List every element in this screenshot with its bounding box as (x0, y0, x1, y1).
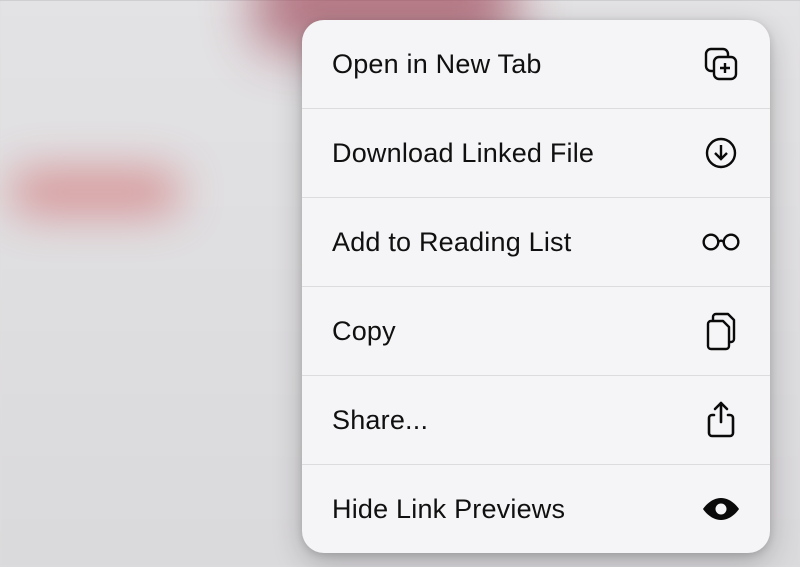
share-icon (700, 399, 742, 441)
download-icon (700, 132, 742, 174)
menu-item-copy[interactable]: Copy (302, 286, 770, 375)
menu-item-label: Hide Link Previews (332, 494, 565, 525)
menu-item-label: Add to Reading List (332, 227, 571, 258)
menu-item-add-reading-list[interactable]: Add to Reading List (302, 197, 770, 286)
menu-item-label: Share... (332, 405, 428, 436)
copy-docs-icon (700, 310, 742, 352)
new-tab-icon (700, 43, 742, 85)
menu-item-download-linked-file[interactable]: Download Linked File (302, 108, 770, 197)
menu-item-label: Open in New Tab (332, 49, 542, 80)
menu-item-open-new-tab[interactable]: Open in New Tab (302, 20, 770, 108)
menu-item-share[interactable]: Share... (302, 375, 770, 464)
menu-item-label: Download Linked File (332, 138, 594, 169)
glasses-icon (700, 221, 742, 263)
menu-item-hide-link-previews[interactable]: Hide Link Previews (302, 464, 770, 553)
eye-icon (700, 488, 742, 530)
menu-item-label: Copy (332, 316, 396, 347)
blurred-page-label (10, 170, 180, 214)
link-context-menu[interactable]: Open in New Tab Download Linked File Add… (302, 20, 770, 553)
